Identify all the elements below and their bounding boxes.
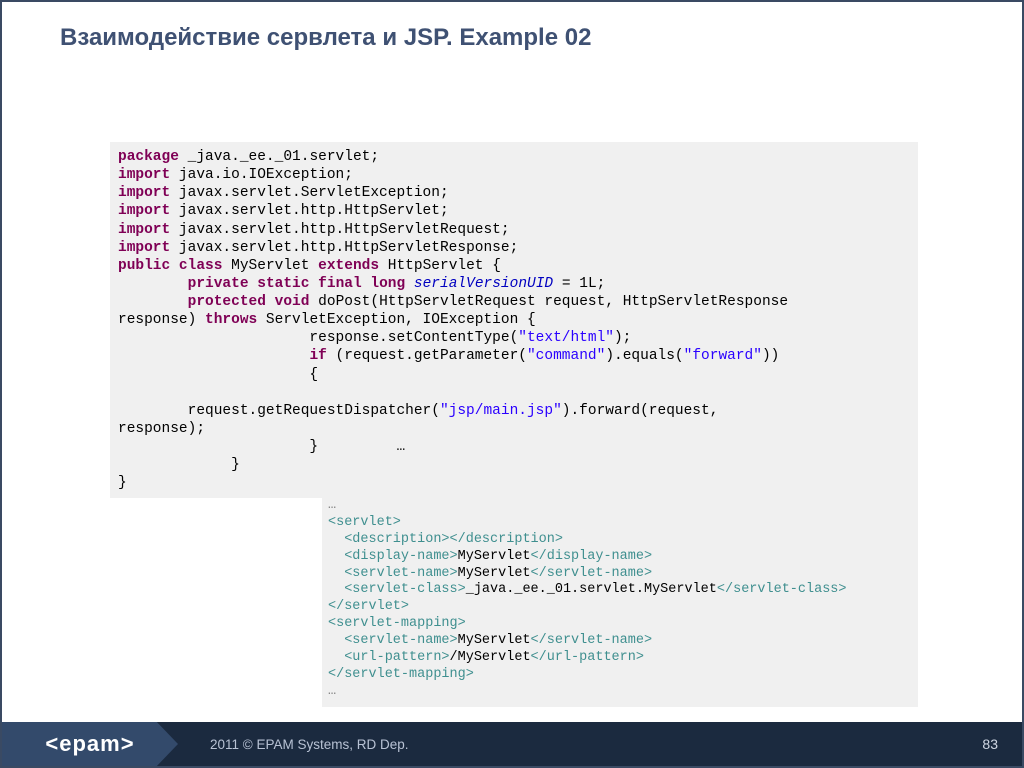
slide-footer: <epam> 2011 © EPAM Systems, RD Dep. 83: [2, 722, 1022, 766]
xml-tag: </servlet>: [328, 599, 409, 614]
code-text: [405, 276, 414, 292]
kw-throws: throws: [205, 312, 257, 328]
field-serialversionuid: serialVersionUID: [414, 276, 553, 292]
xml-tag: </servlet-name>: [531, 633, 653, 648]
footer-copyright: 2011 © EPAM Systems, RD Dep.: [210, 737, 409, 752]
kw-public: public: [118, 258, 170, 274]
string-literal: "command": [527, 348, 605, 364]
code-text: _java._ee._01.servlet;: [179, 149, 379, 165]
code-text: javax.servlet.ServletException;: [170, 185, 448, 201]
kw-package: package: [118, 149, 179, 165]
xml-tag: </servlet-name>: [531, 566, 653, 581]
xml-tag: <servlet-mapping>: [328, 616, 466, 631]
xml-tag: <servlet>: [328, 515, 401, 530]
xml-tag: <description>: [344, 532, 449, 547]
code-text: javax.servlet.http.HttpServletRequest;: [170, 222, 509, 238]
kw-extends: extends: [318, 258, 379, 274]
code-text: javax.servlet.http.HttpServlet;: [170, 203, 448, 219]
string-literal: "forward": [684, 348, 762, 364]
code-text: MyServlet: [222, 258, 318, 274]
kw-final: final: [309, 276, 361, 292]
xml-tag: </servlet-class>: [717, 582, 847, 597]
xml-text: /MyServlet: [450, 650, 531, 665]
code-text: );: [614, 330, 631, 346]
kw-void: void: [266, 294, 310, 310]
code-text: = 1L;: [553, 276, 605, 292]
slide-number: 83: [982, 736, 998, 752]
xml-tag: <url-pattern>: [344, 650, 449, 665]
code-text: HttpServlet {: [379, 258, 501, 274]
kw-if: if: [309, 348, 326, 364]
string-literal: "jsp/main.jsp": [440, 403, 562, 419]
epam-logo: <epam>: [2, 722, 178, 766]
kw-import: import: [118, 185, 170, 201]
code-text: response.setContentType(: [118, 330, 518, 346]
xml-tag: <display-name>: [344, 549, 457, 564]
kw-import: import: [118, 203, 170, 219]
code-text: doPost(HttpServletRequest request, HttpS…: [309, 294, 796, 310]
code-text: response);: [118, 421, 205, 437]
xml-text: MyServlet: [458, 633, 531, 648]
slide-container: Взаимодействие сервлета и JSP. Example 0…: [0, 0, 1024, 768]
code-indent: [118, 276, 188, 292]
kw-protected: protected: [188, 294, 266, 310]
code-text: }: [118, 475, 127, 491]
xml-text: MyServlet: [458, 549, 531, 564]
code-text: java.io.IOException;: [170, 167, 353, 183]
code-indent: [118, 294, 188, 310]
xml-tag: </display-name>: [531, 549, 653, 564]
code-text: request.getRequestDispatcher(: [118, 403, 440, 419]
code-text: {: [118, 367, 318, 383]
xml-code-block: … <servlet> <description></description> …: [322, 494, 918, 707]
code-text: javax.servlet.http.HttpServletResponse;: [170, 240, 518, 256]
xml-text: MyServlet: [458, 566, 531, 581]
kw-long: long: [362, 276, 406, 292]
slide-title: Взаимодействие сервлета и JSP. Example 0…: [60, 24, 591, 52]
kw-import: import: [118, 240, 170, 256]
xml-text: _java._ee._01.servlet.MyServlet: [466, 582, 717, 597]
java-code-block: package _java._ee._01.servlet; import ja…: [110, 142, 918, 498]
ellipsis: …: [328, 498, 336, 513]
code-text: ).equals(: [605, 348, 683, 364]
code-text: [118, 348, 309, 364]
code-text: ServletException, IOException {: [257, 312, 535, 328]
code-text: ).forward(request,: [562, 403, 727, 419]
xml-tag: <servlet-name>: [344, 633, 457, 648]
code-text: } …: [118, 439, 405, 455]
code-text: )): [762, 348, 779, 364]
xml-tag: </servlet-mapping>: [328, 667, 474, 682]
string-literal: "text/html": [518, 330, 614, 346]
kw-class: class: [170, 258, 222, 274]
code-text: (request.getParameter(: [327, 348, 527, 364]
xml-tag: </url-pattern>: [531, 650, 644, 665]
xml-tag: <servlet-name>: [344, 566, 457, 581]
ellipsis: …: [328, 684, 336, 699]
code-text: response): [118, 312, 205, 328]
kw-import: import: [118, 167, 170, 183]
code-text: }: [118, 457, 240, 473]
xml-tag: <servlet-class>: [344, 582, 466, 597]
kw-private: private: [188, 276, 249, 292]
kw-import: import: [118, 222, 170, 238]
xml-tag: </description>: [450, 532, 563, 547]
kw-static: static: [249, 276, 310, 292]
